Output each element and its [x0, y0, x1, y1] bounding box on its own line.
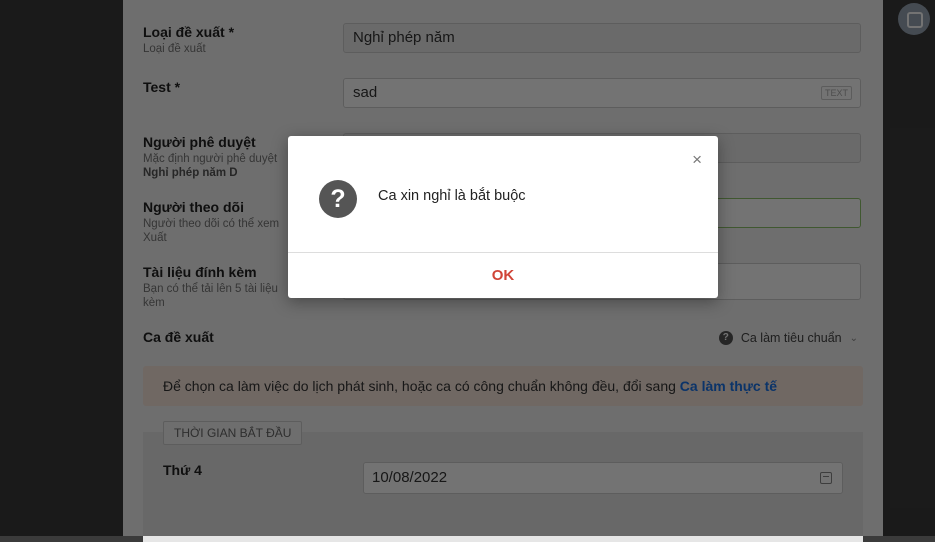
- approver-sublabel: Mặc định người phê duyệt: [143, 153, 278, 165]
- help-icon: ?: [718, 331, 733, 345]
- dialog-message: Ca xin nghỉ là bắt buộc: [378, 188, 526, 204]
- alert-dialog: × ? Ca xin nghỉ là bắt buộc OK: [288, 136, 718, 298]
- shift-select[interactable]: ? Ca làm tiêu chuẩn ⌄: [718, 331, 858, 345]
- shift-note: Để chọn ca làm việc do lịch phát sinh, h…: [143, 366, 863, 406]
- shift-label: Ca đề xuất: [143, 329, 214, 345]
- type-sublabel: Loại đề xuất: [143, 43, 206, 55]
- test-field[interactable]: sad TEXT: [343, 78, 861, 108]
- attach-sublabel: Bạn có thể tải lên 5 tài liệu: [143, 283, 278, 295]
- chevron-down-icon: ⌄: [849, 332, 858, 344]
- follower-label: Người theo dõi: [143, 199, 244, 215]
- ok-button[interactable]: OK: [288, 253, 718, 298]
- attach-label: Tài liệu đính kèm: [143, 264, 257, 280]
- test-value: sad: [353, 84, 378, 101]
- follower-sublabel-2: Xuất: [143, 232, 167, 244]
- attach-sublabel-2: kèm: [143, 297, 165, 309]
- close-icon[interactable]: ×: [692, 150, 702, 170]
- text-tag: TEXT: [820, 86, 852, 100]
- approver-label: Người phê duyệt: [143, 134, 256, 150]
- test-label: Test *: [143, 79, 181, 95]
- question-icon: ?: [319, 180, 357, 218]
- follower-sublabel: Người theo dõi có thể xem: [143, 218, 280, 230]
- actual-shift-link[interactable]: Ca làm thực tế: [680, 378, 777, 394]
- approver-sublabel-bold: Nghỉ phép năm D: [143, 167, 238, 179]
- calendar-icon[interactable]: [820, 472, 832, 484]
- shift-select-value: Ca làm tiêu chuẩn: [740, 331, 842, 345]
- type-field[interactable]: Nghỉ phép năm: [343, 23, 861, 53]
- date-value: 10/08/2022: [372, 469, 448, 486]
- start-time-legend: THỜI GIAN BẮT ĐẦU: [163, 421, 303, 445]
- type-label: Loại đề xuất *: [143, 24, 235, 40]
- screenshot-tool-icon[interactable]: [898, 3, 930, 35]
- note-text: Để chọn ca làm việc do lịch phát sinh, h…: [163, 378, 680, 394]
- date-input[interactable]: 10/08/2022: [363, 462, 843, 494]
- day-label: Thứ 4: [163, 462, 202, 478]
